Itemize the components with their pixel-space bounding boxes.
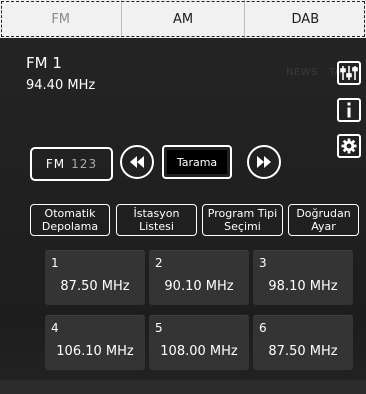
rewind-icon: [130, 156, 144, 168]
auto-store-label-line1: Otomatik: [44, 207, 96, 220]
tab-fm[interactable]: FM: [0, 0, 121, 38]
preset-button[interactable]: 5 108.00 MHz: [149, 315, 249, 370]
info-icon: [347, 102, 351, 118]
info-button[interactable]: [337, 98, 361, 122]
direct-tune-label-line2: Ayar: [311, 220, 336, 233]
direct-tune-button[interactable]: Doğrudan Ayar: [288, 204, 359, 236]
preset-button[interactable]: 3 98.10 MHz: [253, 250, 353, 305]
tab-am[interactable]: AM: [121, 0, 243, 38]
preset-frequency: 98.10 MHz: [268, 279, 338, 294]
equalizer-icon: [340, 66, 358, 80]
preset-number: 4: [51, 321, 59, 335]
preset-number: 6: [259, 321, 267, 335]
preset-button[interactable]: 1 87.50 MHz: [45, 250, 145, 305]
auto-store-button[interactable]: Otomatik Depolama: [30, 204, 110, 236]
station-list-button[interactable]: İstasyon Listesi: [116, 204, 197, 236]
bank-numbers: 123: [71, 157, 98, 171]
tab-dab[interactable]: DAB: [243, 0, 366, 38]
preset-button[interactable]: 2 90.10 MHz: [149, 250, 249, 305]
seek-forward-button[interactable]: [247, 145, 281, 179]
settings-icon: [341, 138, 357, 154]
station-list-label-line1: İstasyon: [133, 207, 180, 220]
preset-frequency: 108.00 MHz: [160, 344, 238, 359]
bottom-bar: [0, 380, 366, 394]
news-indicator: NEWS: [286, 67, 319, 78]
preset-frequency: 87.50 MHz: [268, 344, 338, 359]
preset-button[interactable]: 4 106.10 MHz: [45, 315, 145, 370]
band-label: FM: [45, 157, 66, 171]
preset-number: 3: [259, 256, 267, 270]
station-name: FM 1: [26, 54, 62, 72]
program-type-button[interactable]: Program Tipi Seçimi: [202, 204, 283, 236]
settings-button[interactable]: [337, 134, 361, 158]
equalizer-button[interactable]: [337, 61, 361, 85]
preset-button[interactable]: 6 87.50 MHz: [253, 315, 353, 370]
preset-frequency: 87.50 MHz: [60, 279, 130, 294]
direct-tune-label-line1: Doğrudan: [296, 207, 351, 220]
program-type-label-line1: Program Tipi: [207, 207, 278, 220]
band-tabs: FM AM DAB: [0, 0, 366, 38]
preset-number: 5: [155, 321, 163, 335]
station-frequency: 94.40 MHz: [26, 78, 96, 93]
fast-forward-icon: [257, 156, 271, 168]
scan-label: Tarama: [167, 150, 227, 174]
preset-number: 2: [155, 256, 163, 270]
band-bank-selector[interactable]: FM 123: [30, 147, 113, 181]
scan-button[interactable]: Tarama: [162, 145, 232, 179]
seek-back-button[interactable]: [120, 145, 154, 179]
station-list-label-line2: Listesi: [139, 220, 174, 233]
program-type-label-line2: Seçimi: [224, 220, 261, 233]
preset-frequency: 106.10 MHz: [56, 344, 134, 359]
preset-frequency: 90.10 MHz: [164, 279, 234, 294]
preset-number: 1: [51, 256, 59, 270]
auto-store-label-line2: Depolama: [41, 220, 99, 233]
